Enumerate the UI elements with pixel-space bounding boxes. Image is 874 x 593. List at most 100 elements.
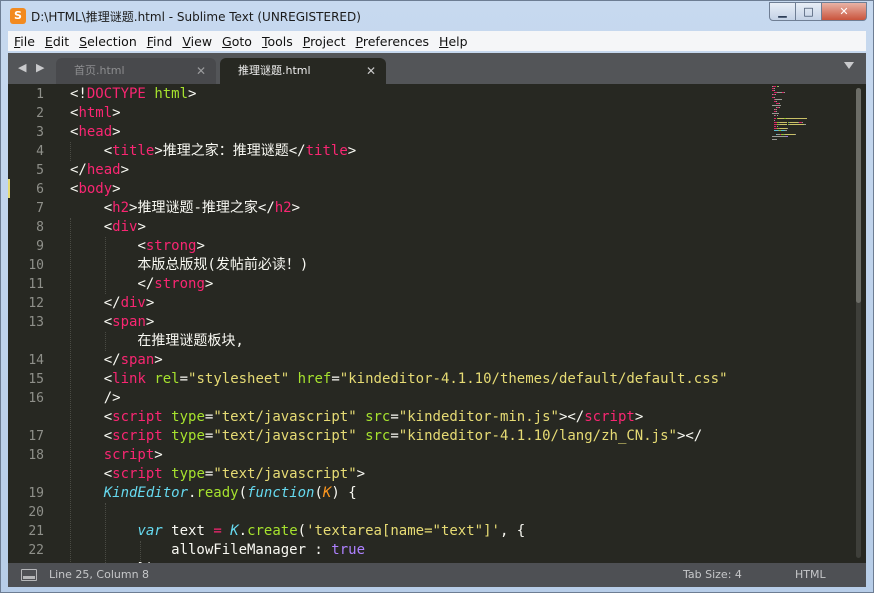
menu-goto[interactable]: Goto [217, 34, 257, 49]
tab-puzzle-html[interactable]: 推理谜题.html ✕ [220, 58, 386, 84]
status-bar: Line 25, Column 8 Tab Size: 4 HTML [8, 563, 866, 587]
vertical-scrollbar[interactable] [856, 88, 861, 558]
code-editor[interactable]: 1234567891011121314151617181920212223 <!… [8, 84, 866, 563]
scrollbar-thumb[interactable] [856, 88, 861, 303]
minimap-segment [776, 115, 778, 117]
menu-tools[interactable]: Tools [257, 34, 298, 49]
code-token: = [390, 409, 399, 425]
minimap-segment [785, 136, 788, 138]
line-number: 6 [36, 182, 44, 197]
code-token: < [103, 371, 113, 387]
code-line: 在推理谜题板块, [70, 332, 728, 351]
code-token: > [120, 162, 130, 178]
code-line: <strong> [70, 237, 728, 256]
console-toggle-icon[interactable] [21, 569, 37, 581]
minimap-segment [778, 86, 780, 87]
code-token: 'textarea[name="text"]' [306, 523, 500, 539]
code-token: span [120, 352, 155, 368]
code-token: K [230, 523, 239, 539]
menu-bar: File Edit Selection Find View Goto Tools… [8, 31, 866, 51]
window-controls: ▁ □ ✕ [769, 2, 867, 21]
menu-preferences[interactable]: Preferences [351, 34, 435, 49]
code-line: <html> [70, 104, 728, 123]
code-line: </span> [70, 351, 728, 370]
line-number: 1 [36, 87, 44, 102]
minimap[interactable] [772, 86, 852, 156]
menu-view[interactable]: View [177, 34, 217, 49]
code-token: > [204, 276, 214, 292]
tab-nav-arrows-icon[interactable]: ◀ ▶ [18, 61, 47, 74]
menu-selection[interactable]: Selection [74, 34, 142, 49]
code-line: /> [70, 389, 728, 408]
minimap-segment [794, 134, 797, 136]
code-token: 推理谜题-推理之家 [137, 200, 258, 216]
menu-edit[interactable]: Edit [40, 34, 74, 49]
code-text[interactable]: <!DOCTYPE html> <html> <head> <title>推理之家：… [70, 85, 728, 563]
tab-dropdown-icon[interactable] [844, 62, 854, 69]
tab-close-icon[interactable]: ✕ [366, 58, 376, 84]
line-number: 22 [28, 543, 44, 558]
tab-index-html[interactable]: 首页.html ✕ [56, 58, 216, 84]
code-token: script [112, 409, 163, 425]
menu-help[interactable]: Help [434, 34, 473, 49]
minimap-segment [778, 117, 784, 119]
code-token: type [171, 409, 205, 425]
code-token: </ [257, 200, 275, 216]
maximize-button[interactable]: □ [796, 2, 822, 21]
tab-label: 推理谜题.html [238, 64, 311, 77]
minimap-segment [781, 98, 783, 100]
code-token: = [390, 428, 399, 444]
code-token: head [86, 162, 121, 178]
code-token: "text/javascript" [213, 428, 357, 444]
code-line: <body> [70, 180, 728, 199]
line-number: 19 [28, 486, 44, 501]
tab-close-icon[interactable]: ✕ [196, 58, 206, 84]
code-line: <link rel="stylesheet" href="kindeditor-… [70, 370, 728, 389]
code-line: script> [70, 446, 728, 465]
minimap-segment [785, 130, 788, 132]
code-token: function [247, 485, 315, 501]
code-token: = [331, 371, 340, 387]
code-token: html [78, 105, 113, 121]
code-token: link [112, 371, 146, 387]
menu-project[interactable]: Project [298, 34, 351, 49]
menu-file[interactable]: File [9, 34, 40, 49]
code-token: src [365, 428, 391, 444]
code-token: < [103, 200, 113, 216]
code-token: ></ [676, 428, 703, 444]
syntax-setting[interactable]: HTML [795, 568, 826, 581]
line-number: 12 [28, 296, 44, 311]
code-token: "kindeditor-4.1.10/themes/default/defaul… [339, 371, 728, 387]
code-token: ready [196, 485, 239, 501]
code-token: type [171, 428, 205, 444]
code-token: text [162, 523, 214, 539]
code-token: "kindeditor-min.js" [398, 409, 559, 425]
code-token: > [196, 238, 205, 254]
code-token: h2 [274, 200, 292, 216]
tab-size-setting[interactable]: Tab Size: 4 [683, 568, 742, 581]
menu-find[interactable]: Find [142, 34, 178, 49]
close-button[interactable]: ✕ [822, 2, 867, 21]
minimize-button[interactable]: ▁ [769, 2, 796, 21]
code-line: <span> [70, 313, 728, 332]
code-token: < [103, 219, 113, 235]
code-token: < [103, 314, 113, 330]
code-token: < [137, 238, 146, 254]
line-number: 11 [28, 277, 44, 292]
sublime-window: S D:\HTML\推理谜题.html - Sublime Text (UNRE… [0, 0, 874, 593]
line-number: 5 [36, 163, 44, 178]
code-token: "kindeditor-4.1.10/lang/zh_CN.js" [398, 428, 677, 444]
line-number: 13 [28, 315, 44, 330]
